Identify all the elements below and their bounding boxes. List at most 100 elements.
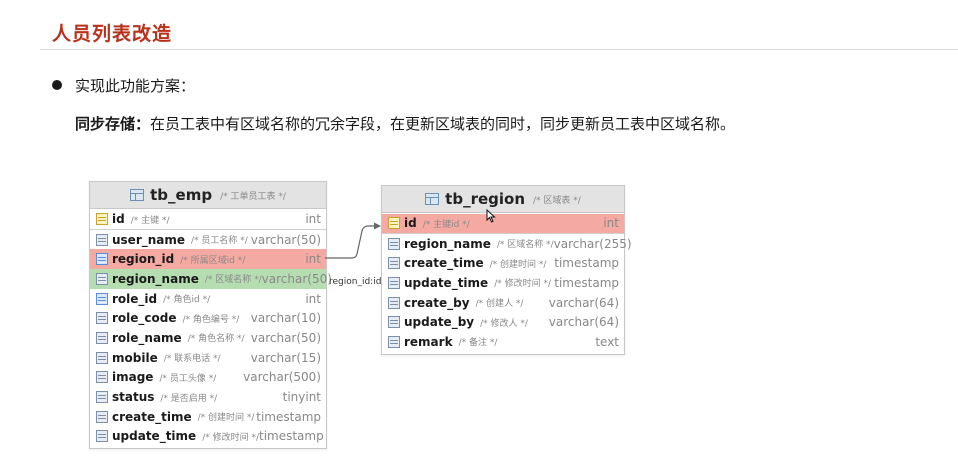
- column-icon: [388, 296, 400, 309]
- column-icon: [96, 371, 108, 384]
- column-comment: /* 主键id */: [422, 219, 470, 230]
- foreign-key-icon: [96, 292, 108, 305]
- column-comment: /* 角色名称 */: [187, 334, 245, 345]
- column-icon: [388, 237, 400, 250]
- column-comment: /* 修改人 */: [480, 318, 528, 329]
- column-name: create_by: [404, 295, 470, 310]
- column-type: timestamp: [554, 275, 619, 290]
- primary-key-icon: [96, 213, 108, 226]
- table-icon: [130, 189, 145, 201]
- column-comment: /* 所属区域id */: [180, 255, 246, 266]
- column-icon: [388, 257, 400, 270]
- column-type: varchar(255): [553, 236, 632, 251]
- column-type: varchar(50): [261, 271, 332, 286]
- column-name: status: [112, 390, 155, 405]
- column-row-region-name[interactable]: region_name /* 区域名称 */ varchar(50): [90, 269, 332, 289]
- column-comment: /* 修改时间 */: [494, 279, 551, 290]
- table-icon: [425, 193, 440, 205]
- column-type: int: [305, 212, 321, 227]
- column-name: mobile: [112, 350, 158, 365]
- column-type: timestamp: [258, 429, 324, 444]
- column-comment: /* 修改时间 */: [202, 432, 259, 443]
- column-row-id[interactable]: id /* 主键id */ int: [382, 214, 624, 234]
- column-row-region-id[interactable]: region_id /* 所属区域id */ int: [90, 249, 326, 270]
- column-name: region_name: [404, 236, 491, 251]
- column-list: id /* 主键id */ int region_name /* 区域名称 */…: [382, 213, 632, 354]
- column-row-user-name[interactable]: user_name /* 员工名称 */ varchar(50): [90, 230, 326, 250]
- column-comment: /* 区域名称 */: [496, 240, 554, 251]
- column-row-remark[interactable]: remark /* 备注 */ text: [382, 332, 624, 352]
- column-row-update-by[interactable]: update_by /* 修改人 */ varchar(64): [382, 312, 624, 332]
- column-icon: [388, 316, 400, 329]
- column-icon: [96, 312, 108, 325]
- column-comment: /* 联系电话 */: [163, 354, 221, 365]
- column-icon: [96, 410, 108, 423]
- table-comment: /* 工单员工表 */: [220, 191, 286, 202]
- column-icon: [388, 276, 400, 289]
- column-row-mobile[interactable]: mobile /* 联系电话 */ varchar(15): [90, 348, 326, 368]
- column-name: region_id: [112, 252, 175, 267]
- column-name: create_time: [112, 409, 192, 424]
- column-icon: [96, 430, 108, 443]
- column-icon: [96, 351, 108, 364]
- column-row-create-time[interactable]: create_time /* 创建时间 */ timestamp: [382, 253, 624, 273]
- column-name: image: [112, 370, 154, 385]
- column-type: varchar(50): [250, 330, 321, 345]
- column-row-region-name[interactable]: region_name /* 区域名称 */ varchar(255): [382, 234, 632, 254]
- table-tb-region[interactable]: tb_region /* 区域表 */ id /* 主键id */ int re…: [381, 185, 632, 355]
- column-icon: [96, 391, 108, 404]
- column-type: timestamp: [256, 409, 321, 424]
- column-comment: /* 主键 */: [130, 215, 170, 226]
- primary-key-icon: [388, 217, 400, 230]
- bullet-text: 实现此功能方案：: [75, 77, 196, 95]
- table-tb-emp[interactable]: tb_emp /* 工单员工表 */ id /* 主键 */ int user_…: [89, 181, 332, 450]
- column-row-role-name[interactable]: role_name /* 角色名称 */ varchar(50): [90, 328, 326, 348]
- column-comment: /* 员工名称 */: [191, 236, 248, 247]
- page-title: 人员列表改造: [52, 23, 173, 45]
- foreign-key-icon: [96, 253, 108, 266]
- column-list: id /* 主键 */ int user_name /* 员工名称 */ var…: [90, 209, 332, 448]
- column-type: text: [595, 334, 619, 349]
- column-type: timestamp: [554, 256, 619, 271]
- column-type: varchar(10): [250, 311, 321, 326]
- column-name: role_name: [112, 330, 182, 345]
- title-divider: [40, 49, 958, 50]
- arrow-head-icon: [374, 222, 381, 230]
- column-icon: [96, 331, 108, 344]
- column-name: region_name: [112, 271, 199, 286]
- column-icon: [96, 233, 108, 246]
- solution-text: 在员工表中有区域名称的冗余字段，在更新区域表的同时，同步更新员工表中区域名称。: [150, 115, 736, 133]
- column-row-id[interactable]: id /* 主键 */ int: [90, 210, 326, 230]
- column-row-create-by[interactable]: create_by /* 创建人 */ varchar(64): [382, 293, 624, 313]
- column-row-create-time[interactable]: create_time /* 创建时间 */ timestamp: [90, 407, 326, 427]
- column-comment: /* 员工头像 */: [159, 373, 217, 384]
- column-type: int: [305, 252, 321, 267]
- column-row-status[interactable]: status /* 是否启用 */ tinyint: [90, 387, 326, 407]
- column-row-role-id[interactable]: role_id /* 角色id */ int: [90, 289, 326, 309]
- column-name: remark: [404, 334, 453, 349]
- column-name: create_time: [404, 256, 484, 271]
- column-name: id: [112, 212, 125, 227]
- column-name: user_name: [112, 232, 186, 247]
- column-name: update_time: [404, 275, 489, 290]
- column-icon: [96, 272, 108, 285]
- column-comment: /* 备注 */: [458, 338, 498, 349]
- column-row-update-time[interactable]: update_time /* 修改时间 */ timestamp: [90, 427, 326, 447]
- column-icon: [388, 335, 400, 348]
- column-type: varchar(50): [250, 232, 321, 247]
- column-row-update-time[interactable]: update_time /* 修改时间 */ timestamp: [382, 273, 624, 293]
- column-type: tinyint: [282, 390, 321, 405]
- table-name: tb_emp: [150, 186, 213, 204]
- column-type: varchar(15): [250, 350, 321, 365]
- column-row-role-code[interactable]: role_code /* 角色编号 */ varchar(10): [90, 308, 326, 328]
- column-comment: /* 创建时间 */: [489, 259, 547, 270]
- table-header[interactable]: tb_emp /* 工单员工表 */: [90, 182, 326, 209]
- table-header[interactable]: tb_region /* 区域表 */: [382, 186, 624, 213]
- column-type: int: [603, 216, 619, 231]
- column-comment: /* 角色编号 */: [182, 314, 240, 325]
- column-comment: /* 是否启用 */: [160, 393, 218, 404]
- column-name: update_by: [404, 315, 475, 330]
- column-name: update_time: [112, 429, 197, 444]
- solution-description: 同步存储：在员工表中有区域名称的冗余字段，在更新区域表的同时，同步更新员工表中区…: [75, 113, 735, 134]
- column-row-image[interactable]: image /* 员工头像 */ varchar(500): [90, 368, 326, 388]
